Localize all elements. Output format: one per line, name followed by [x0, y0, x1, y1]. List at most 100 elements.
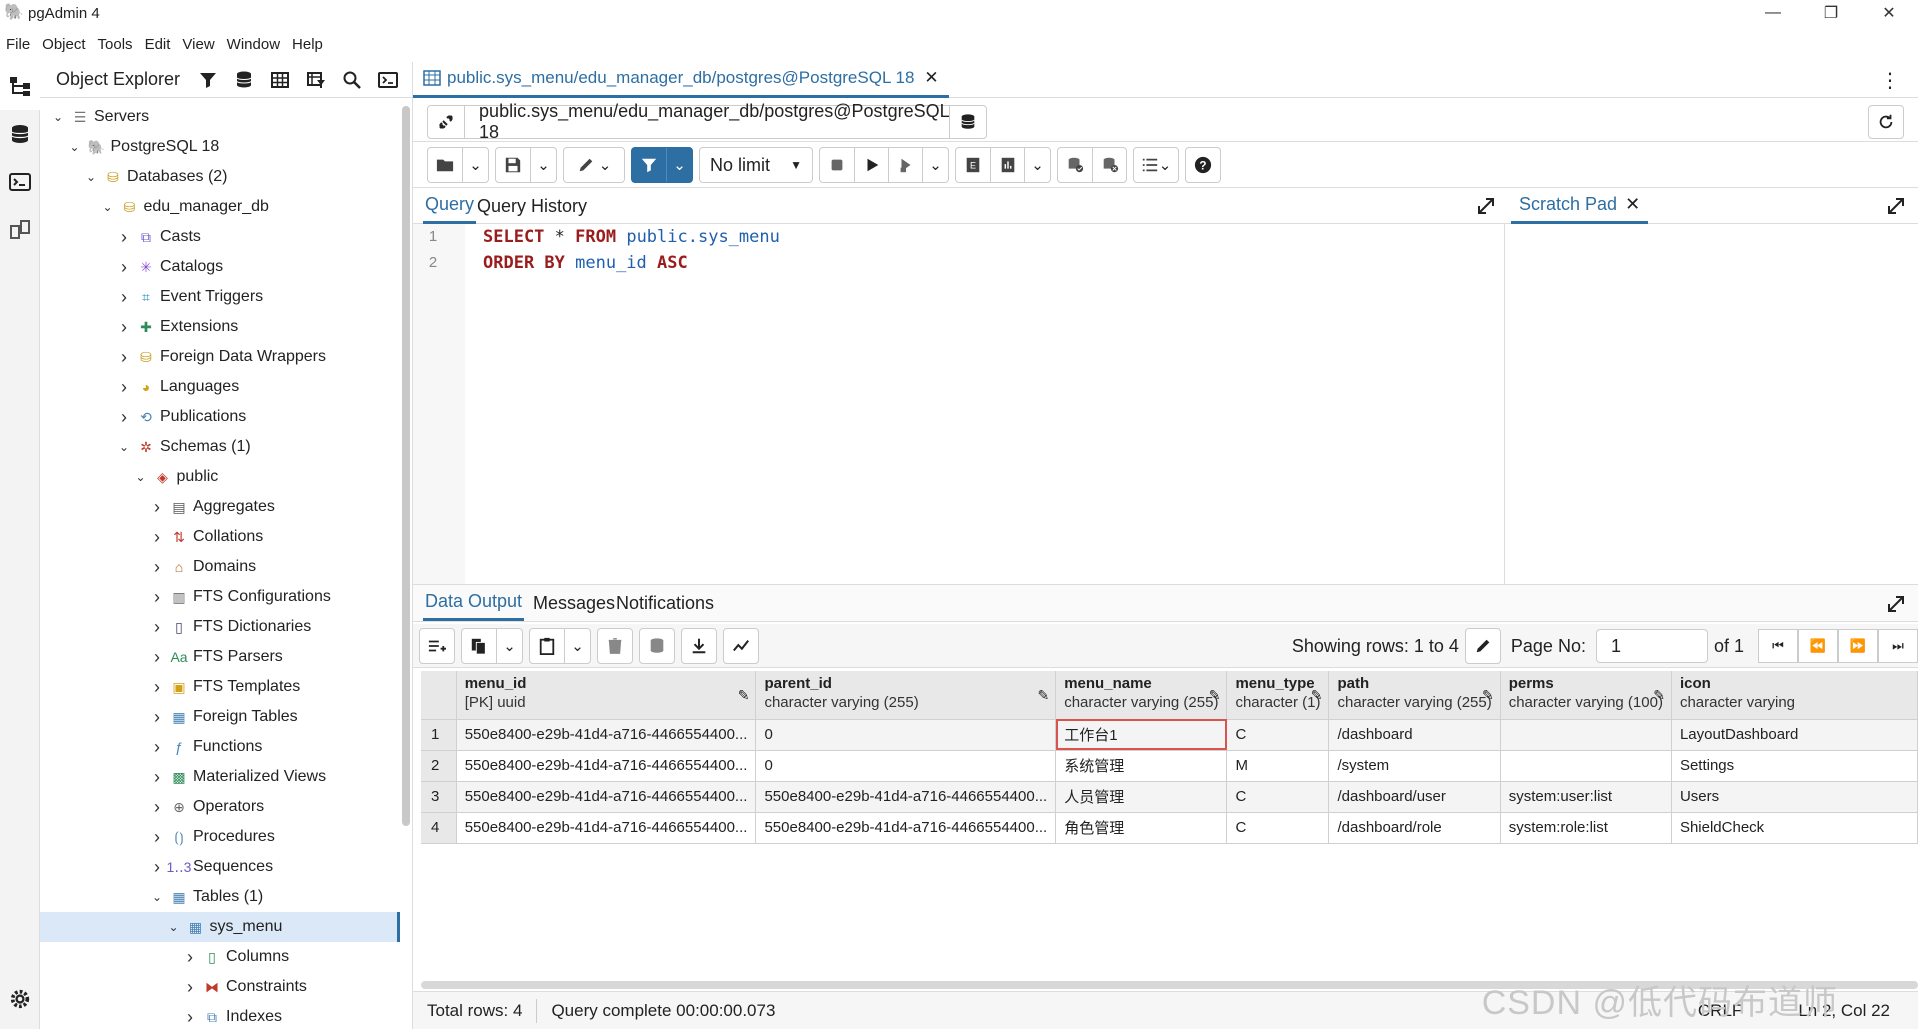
- query-tool-icon[interactable]: [226, 62, 262, 98]
- tree-node[interactable]: ⌄ ⛁ Databases (2): [40, 162, 400, 192]
- expand-icon[interactable]: [1475, 195, 1497, 217]
- table-cell[interactable]: 0: [755, 719, 1057, 751]
- tree-node[interactable]: › Aa FTS Parsers: [40, 642, 400, 672]
- tab-notifications[interactable]: Notifications: [616, 585, 714, 621]
- edit-column-pencil-icon[interactable]: ✎: [738, 687, 750, 704]
- tree-node[interactable]: ⌄ ⛁ edu_manager_db: [40, 192, 400, 222]
- first-page-icon[interactable]: ⏮: [1758, 629, 1798, 663]
- column-header-menu-name[interactable]: menu_name character varying (255) ✎: [1055, 671, 1228, 720]
- chevron-right-icon[interactable]: ›: [147, 707, 167, 728]
- table-cell[interactable]: /dashboard: [1328, 719, 1501, 751]
- paste-icon[interactable]: [530, 629, 564, 663]
- table-cell[interactable]: Settings: [1671, 750, 1918, 782]
- chevron-right-icon[interactable]: ›: [114, 317, 134, 338]
- schema-diff-toggle[interactable]: [0, 206, 40, 254]
- chevron-right-icon[interactable]: ›: [147, 647, 167, 668]
- table-row[interactable]: 2 550e8400-e29b-41d4-a716-4466554400... 0 系…: [421, 750, 1918, 782]
- chevron-right-icon[interactable]: ›: [114, 227, 134, 248]
- column-header-path[interactable]: path character varying (255) ✎: [1328, 671, 1501, 720]
- execute-script-icon[interactable]: [888, 148, 922, 182]
- row-number[interactable]: 3: [421, 781, 457, 813]
- copy-icon[interactable]: [462, 629, 496, 663]
- tree-node[interactable]: › ⊕ Operators: [40, 792, 400, 822]
- chevron-down-icon[interactable]: ⌄: [496, 628, 522, 663]
- chevron-right-icon[interactable]: ›: [147, 827, 167, 848]
- tree-node[interactable]: › ⟮⟯ Procedures: [40, 822, 400, 852]
- tree-node[interactable]: › ⌗ Event Triggers: [40, 282, 400, 312]
- chevron-right-icon[interactable]: ›: [147, 527, 167, 548]
- query-tool-toggle[interactable]: [0, 110, 40, 158]
- psql-icon[interactable]: [370, 62, 406, 98]
- prev-page-icon[interactable]: ⏪: [1798, 629, 1838, 663]
- explain-analyze-icon[interactable]: [990, 148, 1024, 182]
- close-scratch-icon[interactable]: ✕: [1625, 194, 1640, 215]
- object-explorer-toggle[interactable]: [0, 62, 40, 110]
- column-header-perms[interactable]: perms character varying (100) ✎: [1500, 671, 1672, 720]
- search-icon[interactable]: [334, 62, 370, 98]
- column-header-parent-id[interactable]: parent_id character varying (255) ✎: [755, 671, 1057, 720]
- table-cell[interactable]: 0: [755, 750, 1057, 782]
- tree-node[interactable]: ⌄ ✲ Schemas (1): [40, 432, 400, 462]
- chevron-right-icon[interactable]: ›: [147, 737, 167, 758]
- menu-tools[interactable]: Tools: [92, 36, 139, 53]
- tree-scrollbar[interactable]: [402, 106, 410, 826]
- table-cell[interactable]: 550e8400-e29b-41d4-a716-4466554400...: [456, 750, 757, 782]
- help-icon[interactable]: ?: [1186, 148, 1220, 182]
- table-cell[interactable]: [1500, 719, 1672, 751]
- expand-icon[interactable]: [1885, 593, 1907, 615]
- chevron-right-icon[interactable]: ›: [147, 587, 167, 608]
- macros-list-icon[interactable]: ⌄: [1134, 148, 1178, 182]
- more-options-icon[interactable]: ⋮: [1880, 68, 1900, 93]
- row-limit-select[interactable]: No limit ▼: [699, 147, 813, 183]
- table-cell[interactable]: /dashboard/user: [1328, 781, 1501, 813]
- tab-scratch-pad[interactable]: Scratch Pad ✕: [1511, 188, 1649, 224]
- chevron-right-icon[interactable]: ›: [114, 257, 134, 278]
- filter-icon[interactable]: [190, 62, 226, 98]
- table-cell[interactable]: [1500, 750, 1672, 782]
- chevron-right-icon[interactable]: ›: [114, 377, 134, 398]
- tree-node[interactable]: ⌄ 🐘 PostgreSQL 18: [40, 132, 400, 162]
- edit-column-pencil-icon[interactable]: ✎: [1037, 687, 1049, 704]
- table-cell[interactable]: C: [1226, 812, 1330, 844]
- table-row[interactable]: 4 550e8400-e29b-41d4-a716-4466554400... 55…: [421, 812, 1918, 844]
- tree-node[interactable]: › ✳ Catalogs: [40, 252, 400, 282]
- table-cell[interactable]: 550e8400-e29b-41d4-a716-4466554400...: [456, 812, 757, 844]
- table-cell[interactable]: 角色管理: [1055, 812, 1228, 844]
- table-cell[interactable]: 550e8400-e29b-41d4-a716-4466554400...: [456, 781, 757, 813]
- edit-column-pencil-icon[interactable]: ✎: [1311, 687, 1323, 704]
- table-cell[interactable]: C: [1226, 781, 1330, 813]
- tab-data-output[interactable]: Data Output: [423, 585, 525, 621]
- close-tab-icon[interactable]: ✕: [924, 68, 938, 88]
- minimize-icon[interactable]: —: [1744, 0, 1802, 26]
- chevron-down-icon[interactable]: ⌄: [462, 148, 488, 182]
- next-page-icon[interactable]: ⏩: [1838, 629, 1878, 663]
- filtered-rows-icon[interactable]: [298, 62, 334, 98]
- explain-icon[interactable]: E: [956, 148, 990, 182]
- chevron-down-icon[interactable]: ⌄: [131, 470, 151, 484]
- edit-range-button[interactable]: [1464, 628, 1501, 664]
- edit-pencil-icon[interactable]: ⌄: [564, 148, 624, 182]
- tree-node[interactable]: › ▩ Materialized Views: [40, 762, 400, 792]
- tree-node[interactable]: › ⇅ Collations: [40, 522, 400, 552]
- tree-node[interactable]: › ⌂ Domains: [40, 552, 400, 582]
- last-page-icon[interactable]: ⏭: [1878, 629, 1918, 663]
- execute-play-icon[interactable]: [854, 148, 888, 182]
- tree-node[interactable]: › ⛁ Foreign Data Wrappers: [40, 342, 400, 372]
- menu-file[interactable]: File: [0, 36, 36, 53]
- download-icon[interactable]: [682, 629, 716, 663]
- chevron-down-icon[interactable]: ⌄: [530, 148, 556, 182]
- menu-view[interactable]: View: [176, 36, 220, 53]
- tree-node[interactable]: › ⧉ Casts: [40, 222, 400, 252]
- tree-node[interactable]: › 1‥3 Sequences: [40, 852, 400, 882]
- table-cell[interactable]: LayoutDashboard: [1671, 719, 1918, 751]
- tree-node[interactable]: › ▤ Aggregates: [40, 492, 400, 522]
- table-row[interactable]: 3 550e8400-e29b-41d4-a716-4466554400... 55…: [421, 781, 1918, 813]
- column-header-menu-type[interactable]: menu_type character (1) ✎: [1226, 671, 1330, 720]
- table-cell[interactable]: /system: [1328, 750, 1501, 782]
- page-number-input[interactable]: 1: [1595, 629, 1708, 663]
- restore-icon[interactable]: ❐: [1802, 0, 1860, 26]
- table-cell[interactable]: 550e8400-e29b-41d4-a716-4466554400...: [456, 719, 757, 751]
- close-icon[interactable]: ✕: [1860, 0, 1918, 26]
- settings-gear-icon[interactable]: [0, 979, 40, 1019]
- chevron-right-icon[interactable]: ›: [147, 857, 167, 878]
